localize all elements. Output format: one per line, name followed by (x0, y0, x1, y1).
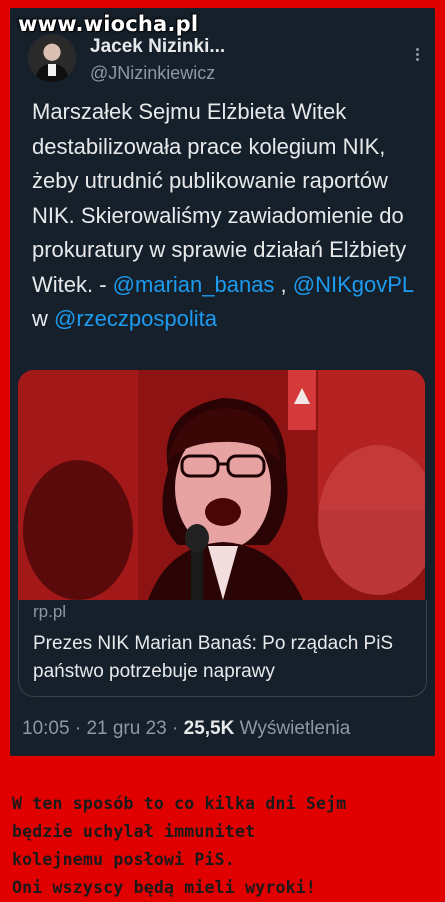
article-image[interactable] (18, 370, 425, 600)
link-title[interactable]: Prezes NIK Marian Banaś: Po rządach PiS … (33, 630, 413, 686)
mention-marian-banas[interactable]: @marian_banas (113, 272, 275, 297)
mention-nikgovpl[interactable]: @NIKgovPL (293, 272, 414, 297)
caption-line: Oni wszyscy będą mieli wyroki! (12, 878, 317, 897)
more-options-icon[interactable] (414, 46, 420, 66)
caption-line: W ten sposób to co kilka dni Sejm (12, 794, 347, 813)
tweet-w: w (32, 306, 54, 331)
tweet-date[interactable]: 21 gru 23 (86, 718, 166, 739)
tweet-text: Marszałek Sejmu Elżbieta Witek destabili… (32, 95, 427, 337)
site-watermark: www.wiocha.pl (18, 12, 199, 36)
link-preview[interactable]: rp.pl Prezes NIK Marian Banaś: Po rządac… (18, 600, 427, 697)
photo-woman-speaking (18, 370, 425, 600)
views-label: Wyświetlenia (239, 718, 351, 739)
views-count: 25,5K (183, 718, 235, 739)
author-name[interactable]: Jacek Nizinki... (90, 36, 225, 58)
author-handle[interactable]: @JNizinkiewicz (90, 63, 215, 84)
caption: W ten sposób to co kilka dni Sejm będzie… (12, 790, 437, 902)
tweet-time[interactable]: 10:05 (22, 718, 70, 739)
tweet-meta: 10:05 · 21 gru 23 · 25,5K Wyświetlenia (22, 718, 351, 739)
avatar-collar (48, 64, 56, 76)
caption-line: kolejnemu posłowi PiS. (12, 850, 235, 869)
tweet-body: Marszałek Sejmu Elżbieta Witek destabili… (32, 99, 407, 297)
tweet-separator: , (274, 271, 293, 297)
caption-line: będzie uchylał immunitet (12, 822, 256, 841)
avatar[interactable] (28, 34, 76, 82)
mention-rzeczpospolita[interactable]: @rzeczpospolita (54, 306, 217, 331)
link-domain: rp.pl (33, 602, 67, 621)
